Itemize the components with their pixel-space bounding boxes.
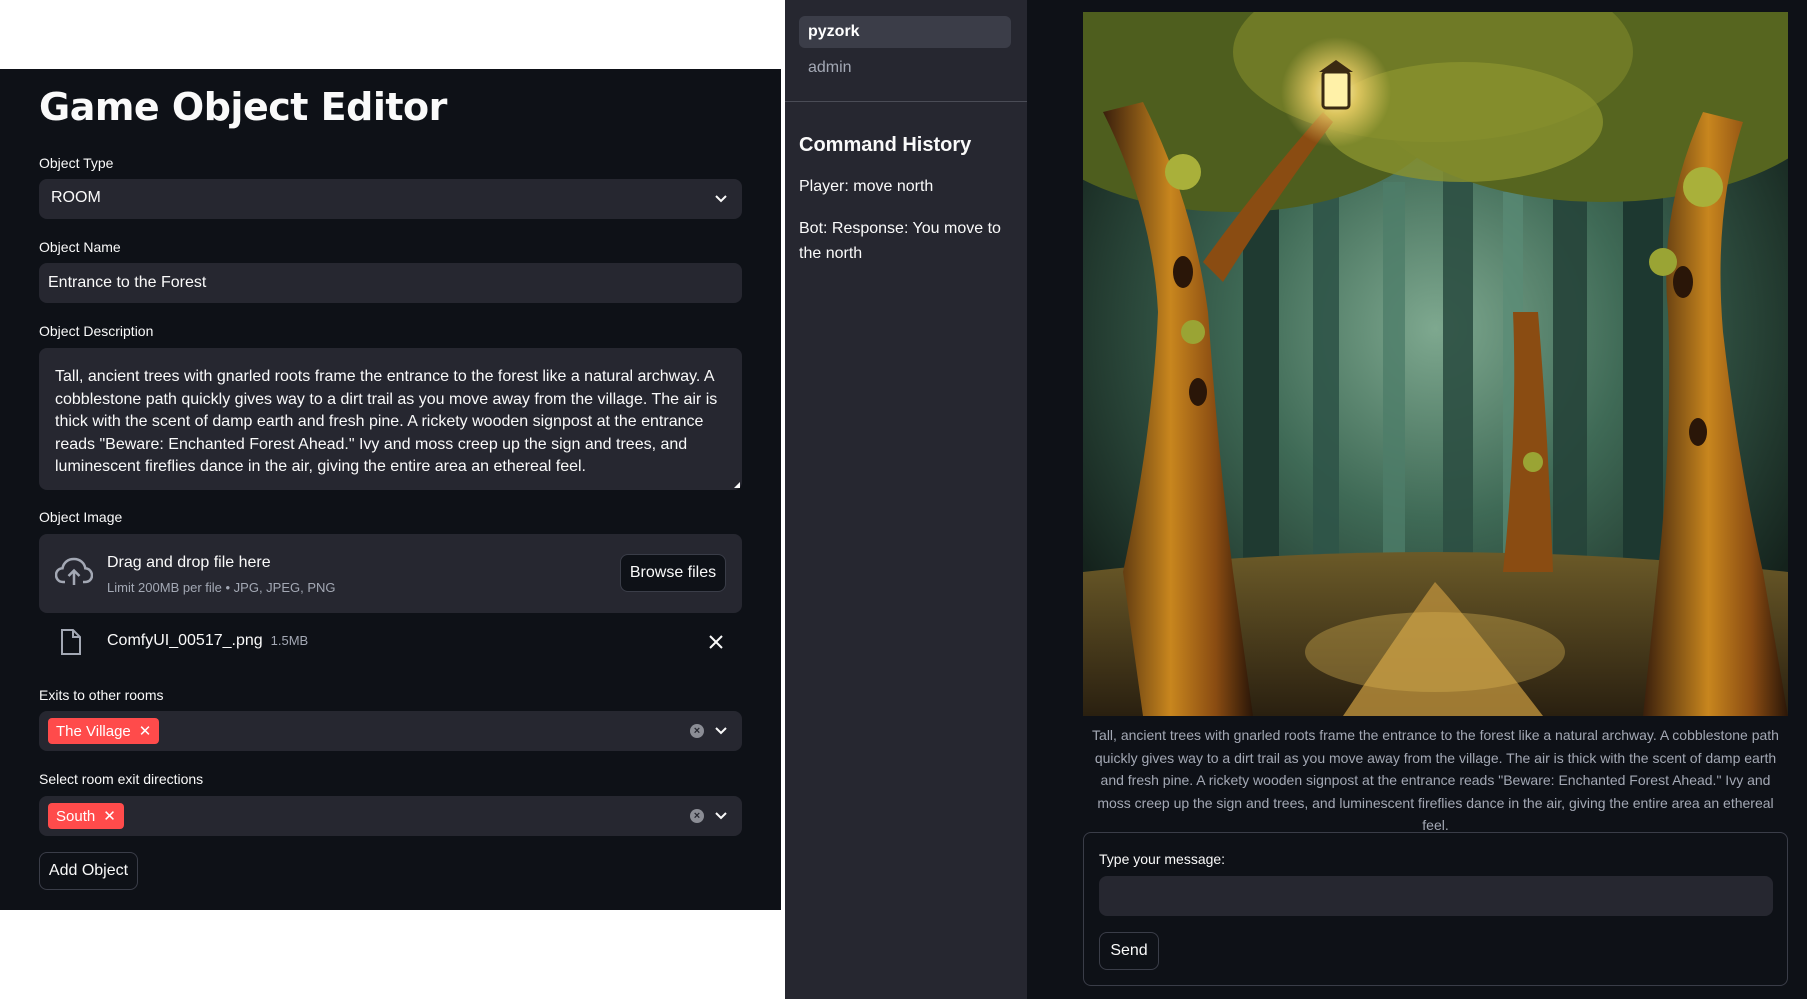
history-entry: Bot: Response: You move to the north <box>799 220 1001 262</box>
message-input[interactable] <box>1099 876 1773 916</box>
uploaded-file-row: ComfyUI_00517_.png 1.5MB <box>39 622 742 662</box>
object-type-label: Object Type <box>39 155 114 171</box>
exit-tag-label: The Village <box>56 722 131 740</box>
file-size: 1.5MB <box>270 633 309 648</box>
message-label: Type your message: <box>1099 851 1226 867</box>
directions-multiselect[interactable]: South ✕ × <box>39 796 742 836</box>
add-object-button[interactable]: Add Object <box>39 852 138 890</box>
image-caption: Tall, ancient trees with gnarled roots f… <box>1092 727 1779 833</box>
main-content: Tall, ancient trees with gnarled roots f… <box>1027 0 1807 999</box>
remove-tag-icon[interactable]: ✕ <box>103 807 116 825</box>
exits-label: Exits to other rooms <box>39 687 164 703</box>
drop-text: Drag and drop file here <box>107 554 271 571</box>
exit-tag: The Village ✕ <box>48 718 160 744</box>
sidebar-item-pyzork[interactable]: pyzork <box>799 16 1011 48</box>
room-image <box>1083 12 1788 716</box>
sidebar-divider <box>785 101 1027 102</box>
limit-text: Limit 200MB per file • JPG, JPEG, PNG <box>107 580 336 595</box>
object-type-select[interactable]: ROOM <box>39 179 742 219</box>
clear-icon[interactable]: × <box>690 724 704 738</box>
remove-file-button[interactable] <box>708 630 724 656</box>
command-history-title: Command History <box>799 134 972 156</box>
page-title: Game Object Editor <box>39 85 447 129</box>
file-dropzone[interactable]: Drag and drop file here Limit 200MB per … <box>39 534 742 613</box>
object-description-value: Tall, ancient trees with gnarled roots f… <box>55 368 718 475</box>
object-description-textarea[interactable]: Tall, ancient trees with gnarled roots f… <box>39 348 742 490</box>
object-name-input[interactable]: Entrance to the Forest <box>39 263 742 303</box>
directions-label: Select room exit directions <box>39 771 204 787</box>
message-form: Type your message: Send <box>1083 832 1788 986</box>
remove-tag-icon[interactable]: ✕ <box>139 722 152 740</box>
history-entry: Player: move north <box>799 178 934 195</box>
file-icon <box>61 629 81 655</box>
sidebar-item-admin[interactable]: admin <box>799 52 1011 84</box>
exits-multiselect[interactable]: The Village ✕ × <box>39 711 742 751</box>
object-name-label: Object Name <box>39 239 121 255</box>
chevron-down-icon[interactable] <box>714 808 728 822</box>
browse-files-button[interactable]: Browse files <box>620 554 726 592</box>
resize-handle[interactable] <box>734 482 740 488</box>
file-name: ComfyUI_00517_.png <box>107 632 263 649</box>
send-button[interactable]: Send <box>1099 932 1159 970</box>
object-image-label: Object Image <box>39 509 123 525</box>
object-type-value: ROOM <box>51 189 101 206</box>
direction-tag: South ✕ <box>48 803 124 829</box>
forest-illustration <box>1083 12 1788 716</box>
close-icon <box>709 635 723 649</box>
object-description-label: Object Description <box>39 323 154 339</box>
sidebar: pyzork admin Command History Player: mov… <box>785 0 1027 999</box>
direction-tag-label: South <box>56 807 96 825</box>
game-object-editor: Game Object Editor Object Type ROOM Obje… <box>0 69 781 910</box>
chevron-down-icon[interactable] <box>714 723 728 737</box>
cloud-upload-icon <box>55 557 93 585</box>
clear-icon[interactable]: × <box>690 809 704 823</box>
chevron-down-icon <box>715 195 727 203</box>
